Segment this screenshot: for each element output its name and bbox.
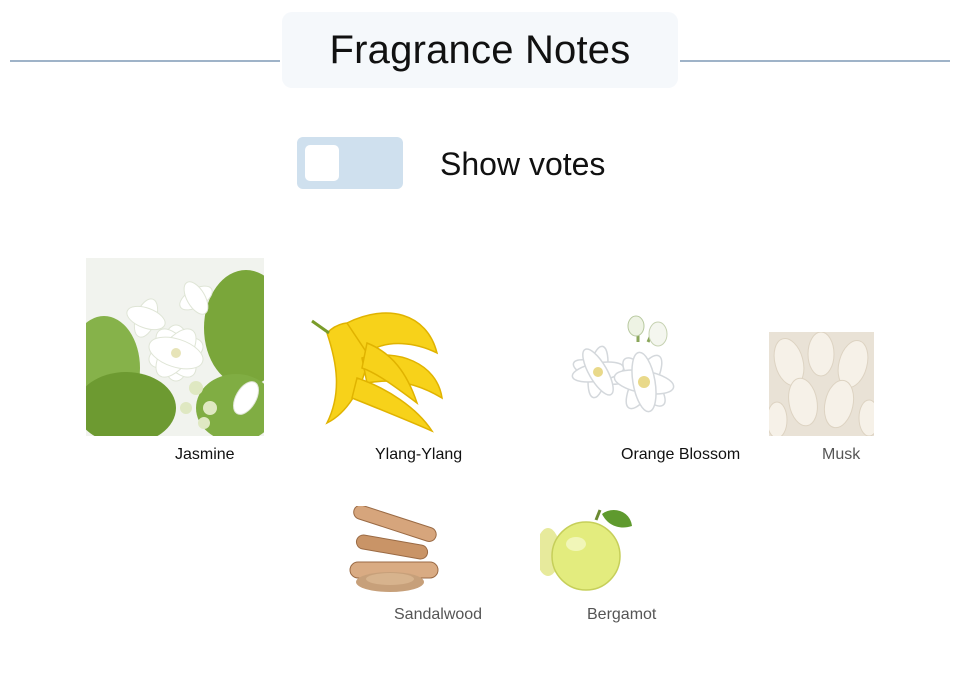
note-label: Orange Blossom (621, 446, 741, 463)
toggle-knob[interactable] (305, 145, 339, 181)
note-label: Jasmine (175, 446, 235, 463)
header-divider-left (10, 60, 280, 62)
jasmine-icon (86, 258, 264, 436)
show-votes-label: Show votes (440, 146, 606, 182)
bergamot-icon (540, 506, 632, 594)
sandalwood-icon (348, 506, 440, 594)
musk-icon (769, 332, 874, 436)
note-label: Bergamot (587, 606, 657, 623)
orange-blossom-icon (556, 312, 688, 436)
show-votes-toggle[interactable] (297, 137, 403, 189)
section-title: Fragrance Notes (329, 27, 631, 72)
note-label: Musk (822, 446, 861, 463)
ylang-ylang-icon (307, 303, 445, 435)
header-divider-right (680, 60, 950, 62)
note-label: Ylang-Ylang (375, 446, 463, 463)
note-label: Sandalwood (394, 606, 483, 623)
section-header: Fragrance Notes (282, 12, 678, 88)
